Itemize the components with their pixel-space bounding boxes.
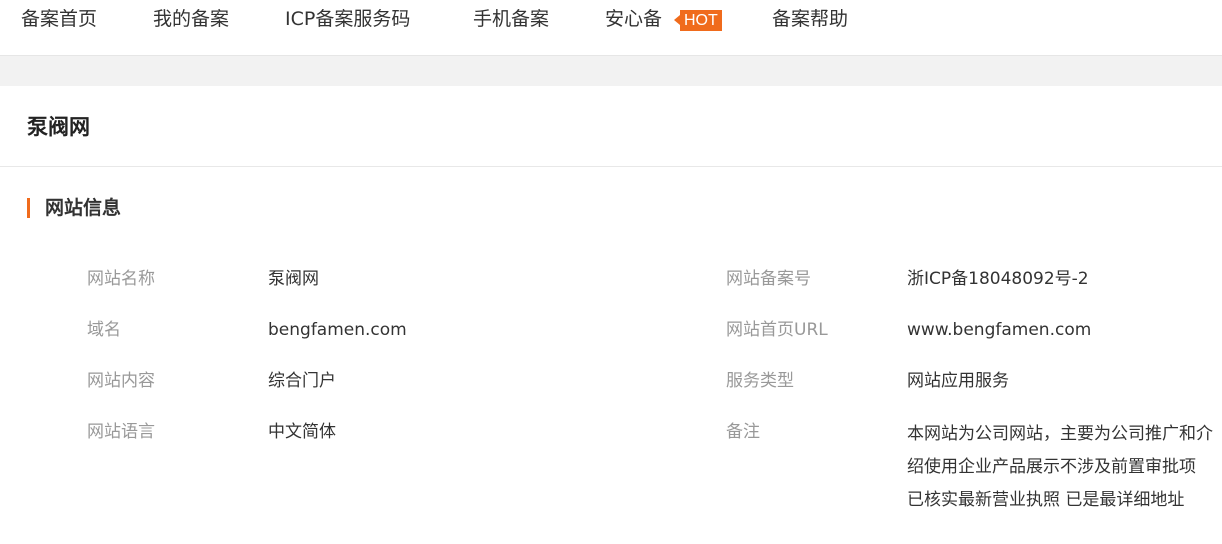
value-remark: 本网站为公司网站，主要为公司推广和介绍使用企业产品展示不涉及前置审批项 已核实最…: [907, 424, 1213, 510]
label-filing-number: 网站备案号: [726, 269, 811, 289]
label-remark: 备注: [726, 422, 760, 442]
nav-item-mobile-filing[interactable]: 手机备案: [473, 6, 549, 32]
top-navigation: 备案首页 我的备案 ICP备案服务码 手机备案 安心备 HOT 备案帮助: [0, 0, 1222, 56]
value-service-type: 网站应用服务: [907, 371, 1009, 391]
label-site-name: 网站名称: [87, 269, 155, 289]
value-homepage-url: www.bengfamen.com: [907, 320, 1092, 340]
nav-item-my-filings[interactable]: 我的备案: [153, 6, 229, 32]
value-site-content: 综合门户: [268, 371, 336, 391]
label-site-language: 网站语言: [87, 422, 155, 442]
section-title: 网站信息: [45, 197, 122, 219]
page-title: 泵阀网: [27, 115, 90, 139]
nav-item-help[interactable]: 备案帮助: [772, 6, 848, 32]
value-filing-number: 浙ICP备18048092号-2: [907, 269, 1089, 289]
hot-badge: HOT: [674, 10, 722, 31]
value-site-name: 泵阀网: [268, 269, 319, 289]
site-header: [0, 86, 1222, 167]
nav-item-anxinbei[interactable]: 安心备: [605, 6, 662, 32]
label-service-type: 服务类型: [726, 371, 794, 391]
nav-item-home[interactable]: 备案首页: [21, 6, 97, 32]
label-homepage-url: 网站首页URL: [726, 320, 828, 340]
section-accent-bar: [27, 198, 30, 218]
value-domain: bengfamen.com: [268, 320, 407, 340]
label-domain: 域名: [87, 320, 121, 340]
nav-item-icp-service-code[interactable]: ICP备案服务码: [285, 6, 410, 32]
value-site-language: 中文简体: [268, 422, 336, 442]
label-site-content: 网站内容: [87, 371, 155, 391]
separator-band: [0, 56, 1222, 86]
